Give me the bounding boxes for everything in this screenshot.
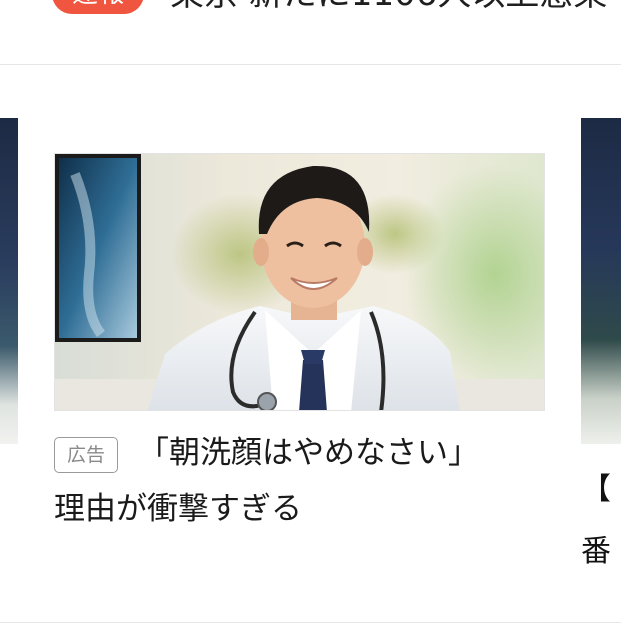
ad-title-continued[interactable]: 理由が衝撃すぎる	[54, 489, 302, 529]
next-card-title-fragment-2: 番	[581, 534, 611, 569]
previous-card-image	[0, 118, 18, 444]
divider	[0, 64, 621, 65]
breaking-news-strip[interactable]: 速報 東京 新たに1106人以上感染	[0, 0, 621, 64]
breaking-news-headline[interactable]: 東京 新たに1106人以上感染	[170, 0, 607, 14]
breaking-news-badge: 速報	[52, 0, 144, 14]
doctor-photo	[55, 154, 544, 410]
next-card-title-fragment: 【	[581, 472, 611, 507]
next-card-image	[581, 118, 621, 444]
ad-card[interactable]: 広告 「朝洗顔はやめなさい」 理由が衝撃すぎる	[54, 153, 545, 553]
previous-card[interactable]	[0, 118, 18, 444]
next-card[interactable]: 【 番	[581, 118, 621, 578]
divider	[0, 622, 621, 623]
ad-image[interactable]	[54, 153, 545, 411]
news-feed-screen: 速報 東京 新たに1106人以上感染	[0, 0, 621, 630]
ad-title[interactable]: 「朝洗顔はやめなさい」	[138, 433, 479, 473]
ad-label-badge: 広告	[54, 437, 118, 473]
